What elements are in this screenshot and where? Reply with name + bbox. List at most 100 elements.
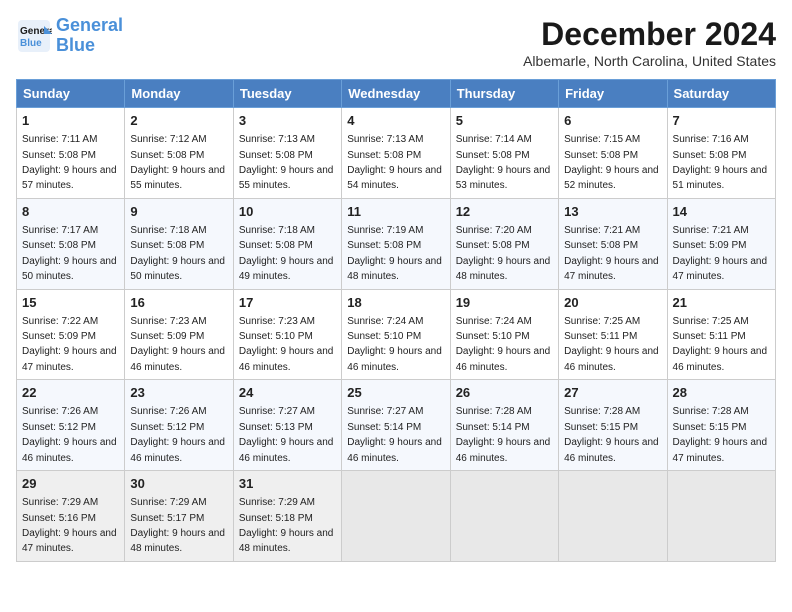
month-title: December 2024 <box>523 16 776 53</box>
day-cell: 5 Sunrise: 7:14 AMSunset: 5:08 PMDayligh… <box>450 108 558 199</box>
day-number: 21 <box>673 294 770 312</box>
day-number: 26 <box>456 384 553 402</box>
day-number: 17 <box>239 294 336 312</box>
header-day-saturday: Saturday <box>667 80 775 108</box>
day-cell: 6 Sunrise: 7:15 AMSunset: 5:08 PMDayligh… <box>559 108 667 199</box>
day-info: Sunrise: 7:14 AMSunset: 5:08 PMDaylight:… <box>456 134 551 191</box>
day-info: Sunrise: 7:27 AMSunset: 5:13 PMDaylight:… <box>239 406 334 463</box>
day-info: Sunrise: 7:19 AMSunset: 5:08 PMDaylight:… <box>347 225 442 282</box>
day-number: 11 <box>347 203 444 221</box>
day-number: 13 <box>564 203 661 221</box>
day-info: Sunrise: 7:15 AMSunset: 5:08 PMDaylight:… <box>564 134 659 191</box>
day-info: Sunrise: 7:26 AMSunset: 5:12 PMDaylight:… <box>130 406 225 463</box>
day-cell: 12 Sunrise: 7:20 AMSunset: 5:08 PMDaylig… <box>450 198 558 289</box>
day-cell: 27 Sunrise: 7:28 AMSunset: 5:15 PMDaylig… <box>559 380 667 471</box>
week-row-3: 15 Sunrise: 7:22 AMSunset: 5:09 PMDaylig… <box>17 289 776 380</box>
day-number: 3 <box>239 112 336 130</box>
day-info: Sunrise: 7:18 AMSunset: 5:08 PMDaylight:… <box>239 225 334 282</box>
day-info: Sunrise: 7:24 AMSunset: 5:10 PMDaylight:… <box>456 316 551 373</box>
day-info: Sunrise: 7:28 AMSunset: 5:15 PMDaylight:… <box>673 406 768 463</box>
week-row-5: 29 Sunrise: 7:29 AMSunset: 5:16 PMDaylig… <box>17 471 776 562</box>
week-row-1: 1 Sunrise: 7:11 AMSunset: 5:08 PMDayligh… <box>17 108 776 199</box>
day-number: 18 <box>347 294 444 312</box>
day-number: 1 <box>22 112 119 130</box>
day-cell <box>559 471 667 562</box>
day-cell: 10 Sunrise: 7:18 AMSunset: 5:08 PMDaylig… <box>233 198 341 289</box>
day-cell: 30 Sunrise: 7:29 AMSunset: 5:17 PMDaylig… <box>125 471 233 562</box>
day-number: 12 <box>456 203 553 221</box>
day-cell: 8 Sunrise: 7:17 AMSunset: 5:08 PMDayligh… <box>17 198 125 289</box>
day-info: Sunrise: 7:12 AMSunset: 5:08 PMDaylight:… <box>130 134 225 191</box>
day-cell: 31 Sunrise: 7:29 AMSunset: 5:18 PMDaylig… <box>233 471 341 562</box>
day-number: 8 <box>22 203 119 221</box>
day-number: 20 <box>564 294 661 312</box>
day-info: Sunrise: 7:29 AMSunset: 5:16 PMDaylight:… <box>22 497 117 554</box>
day-number: 19 <box>456 294 553 312</box>
day-info: Sunrise: 7:26 AMSunset: 5:12 PMDaylight:… <box>22 406 117 463</box>
day-number: 30 <box>130 475 227 493</box>
day-info: Sunrise: 7:25 AMSunset: 5:11 PMDaylight:… <box>673 316 768 373</box>
day-cell: 25 Sunrise: 7:27 AMSunset: 5:14 PMDaylig… <box>342 380 450 471</box>
day-info: Sunrise: 7:28 AMSunset: 5:15 PMDaylight:… <box>564 406 659 463</box>
calendar-body: 1 Sunrise: 7:11 AMSunset: 5:08 PMDayligh… <box>17 108 776 562</box>
day-cell <box>667 471 775 562</box>
header-day-friday: Friday <box>559 80 667 108</box>
day-cell: 16 Sunrise: 7:23 AMSunset: 5:09 PMDaylig… <box>125 289 233 380</box>
logo-icon: General Blue <box>16 18 52 54</box>
day-cell: 24 Sunrise: 7:27 AMSunset: 5:13 PMDaylig… <box>233 380 341 471</box>
logo: General Blue GeneralBlue <box>16 16 123 56</box>
day-number: 29 <box>22 475 119 493</box>
day-cell <box>342 471 450 562</box>
week-row-2: 8 Sunrise: 7:17 AMSunset: 5:08 PMDayligh… <box>17 198 776 289</box>
day-info: Sunrise: 7:17 AMSunset: 5:08 PMDaylight:… <box>22 225 117 282</box>
header-day-monday: Monday <box>125 80 233 108</box>
day-cell: 15 Sunrise: 7:22 AMSunset: 5:09 PMDaylig… <box>17 289 125 380</box>
day-info: Sunrise: 7:22 AMSunset: 5:09 PMDaylight:… <box>22 316 117 373</box>
day-info: Sunrise: 7:21 AMSunset: 5:09 PMDaylight:… <box>673 225 768 282</box>
day-cell: 7 Sunrise: 7:16 AMSunset: 5:08 PMDayligh… <box>667 108 775 199</box>
day-number: 16 <box>130 294 227 312</box>
day-cell: 19 Sunrise: 7:24 AMSunset: 5:10 PMDaylig… <box>450 289 558 380</box>
day-cell: 3 Sunrise: 7:13 AMSunset: 5:08 PMDayligh… <box>233 108 341 199</box>
calendar-header: SundayMondayTuesdayWednesdayThursdayFrid… <box>17 80 776 108</box>
day-info: Sunrise: 7:28 AMSunset: 5:14 PMDaylight:… <box>456 406 551 463</box>
day-info: Sunrise: 7:23 AMSunset: 5:10 PMDaylight:… <box>239 316 334 373</box>
header-day-sunday: Sunday <box>17 80 125 108</box>
day-cell: 22 Sunrise: 7:26 AMSunset: 5:12 PMDaylig… <box>17 380 125 471</box>
day-info: Sunrise: 7:29 AMSunset: 5:18 PMDaylight:… <box>239 497 334 554</box>
day-cell: 13 Sunrise: 7:21 AMSunset: 5:08 PMDaylig… <box>559 198 667 289</box>
day-number: 2 <box>130 112 227 130</box>
day-cell: 29 Sunrise: 7:29 AMSunset: 5:16 PMDaylig… <box>17 471 125 562</box>
calendar-table: SundayMondayTuesdayWednesdayThursdayFrid… <box>16 79 776 562</box>
header: General Blue GeneralBlue December 2024 A… <box>16 16 776 69</box>
day-cell: 23 Sunrise: 7:26 AMSunset: 5:12 PMDaylig… <box>125 380 233 471</box>
day-info: Sunrise: 7:16 AMSunset: 5:08 PMDaylight:… <box>673 134 768 191</box>
day-number: 6 <box>564 112 661 130</box>
day-number: 5 <box>456 112 553 130</box>
day-number: 4 <box>347 112 444 130</box>
day-cell: 4 Sunrise: 7:13 AMSunset: 5:08 PMDayligh… <box>342 108 450 199</box>
day-info: Sunrise: 7:23 AMSunset: 5:09 PMDaylight:… <box>130 316 225 373</box>
day-cell: 11 Sunrise: 7:19 AMSunset: 5:08 PMDaylig… <box>342 198 450 289</box>
day-number: 27 <box>564 384 661 402</box>
day-cell: 20 Sunrise: 7:25 AMSunset: 5:11 PMDaylig… <box>559 289 667 380</box>
day-info: Sunrise: 7:13 AMSunset: 5:08 PMDaylight:… <box>239 134 334 191</box>
day-info: Sunrise: 7:11 AMSunset: 5:08 PMDaylight:… <box>22 134 117 191</box>
title-area: December 2024 Albemarle, North Carolina,… <box>523 16 776 69</box>
header-day-thursday: Thursday <box>450 80 558 108</box>
day-info: Sunrise: 7:21 AMSunset: 5:08 PMDaylight:… <box>564 225 659 282</box>
day-number: 28 <box>673 384 770 402</box>
day-cell: 28 Sunrise: 7:28 AMSunset: 5:15 PMDaylig… <box>667 380 775 471</box>
day-info: Sunrise: 7:20 AMSunset: 5:08 PMDaylight:… <box>456 225 551 282</box>
day-number: 23 <box>130 384 227 402</box>
day-info: Sunrise: 7:24 AMSunset: 5:10 PMDaylight:… <box>347 316 442 373</box>
day-info: Sunrise: 7:13 AMSunset: 5:08 PMDaylight:… <box>347 134 442 191</box>
day-info: Sunrise: 7:27 AMSunset: 5:14 PMDaylight:… <box>347 406 442 463</box>
header-day-tuesday: Tuesday <box>233 80 341 108</box>
day-number: 24 <box>239 384 336 402</box>
day-cell: 14 Sunrise: 7:21 AMSunset: 5:09 PMDaylig… <box>667 198 775 289</box>
day-cell: 26 Sunrise: 7:28 AMSunset: 5:14 PMDaylig… <box>450 380 558 471</box>
header-day-wednesday: Wednesday <box>342 80 450 108</box>
day-info: Sunrise: 7:25 AMSunset: 5:11 PMDaylight:… <box>564 316 659 373</box>
week-row-4: 22 Sunrise: 7:26 AMSunset: 5:12 PMDaylig… <box>17 380 776 471</box>
